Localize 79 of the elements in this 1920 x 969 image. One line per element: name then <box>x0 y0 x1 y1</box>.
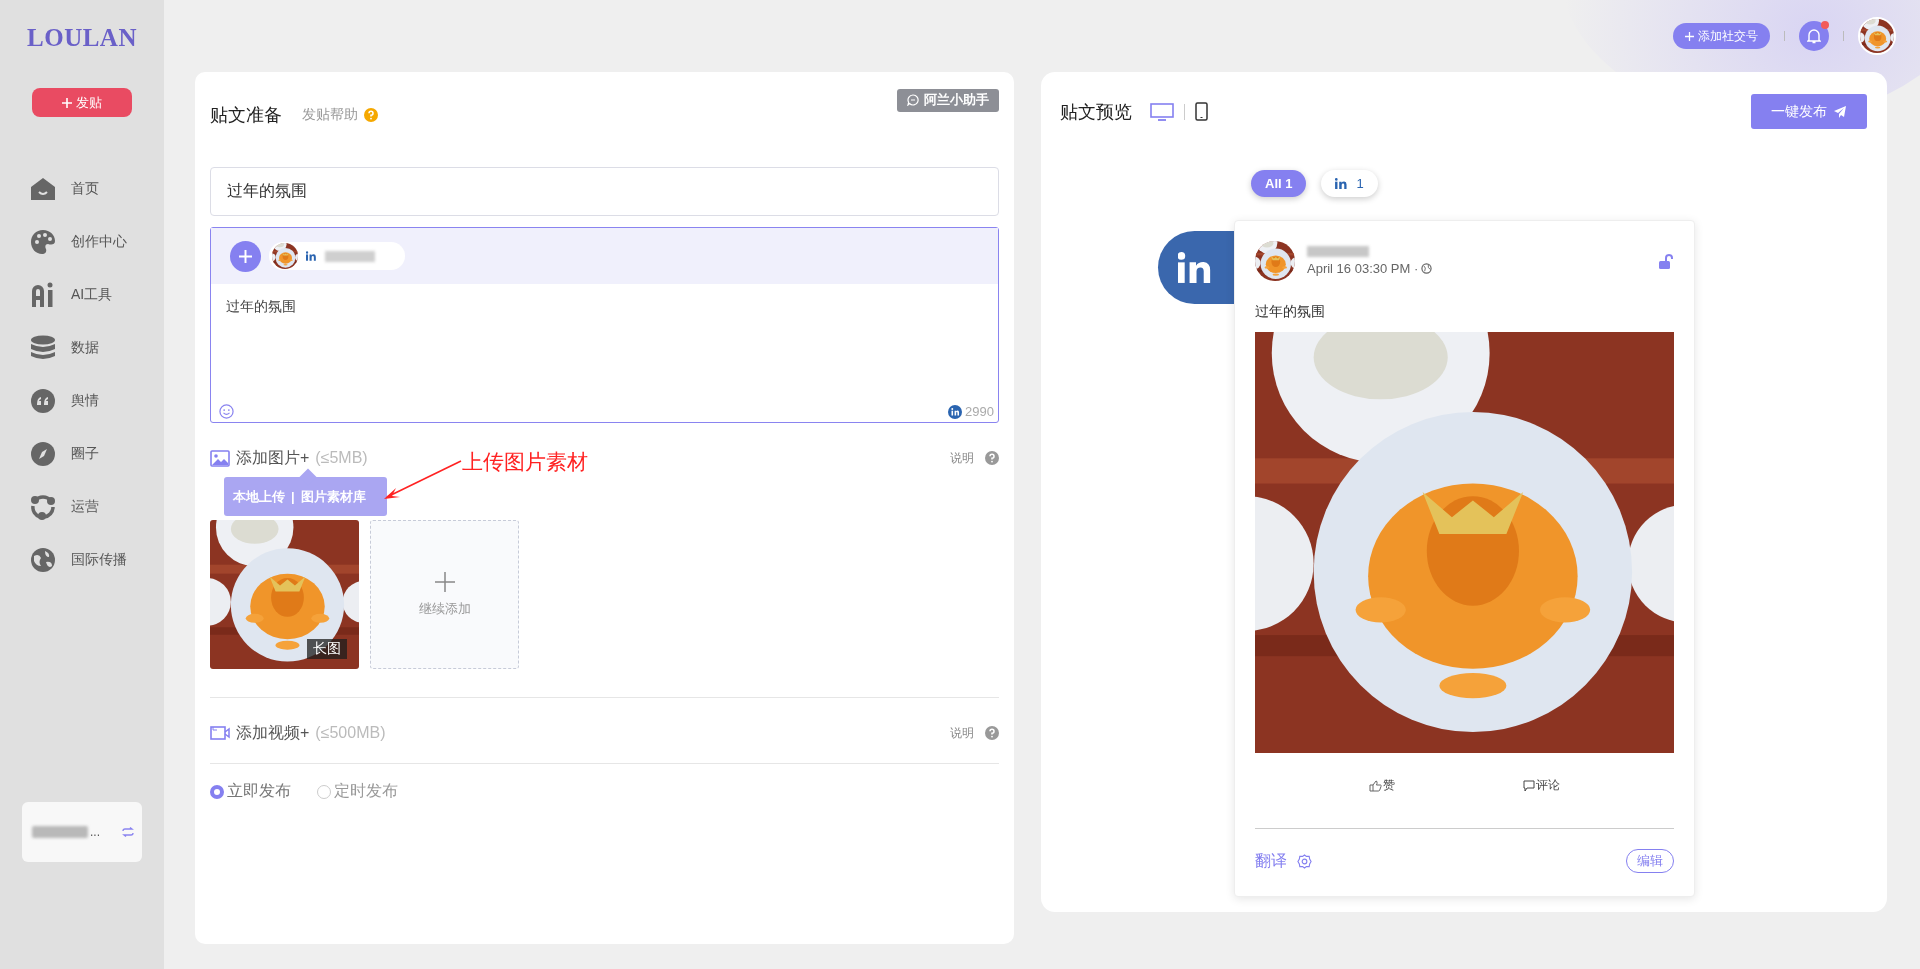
globe-icon <box>1421 263 1433 274</box>
workspace-switcher[interactable]: ... <box>22 802 142 862</box>
filter-tab[interactable]: All 1 <box>1251 170 1307 197</box>
plus-icon <box>62 97 72 108</box>
plus-icon <box>239 249 252 263</box>
info-link[interactable]: 说明 <box>950 724 974 742</box>
help-link[interactable]: 发贴帮助 <box>302 106 358 124</box>
chat-icon <box>907 94 919 106</box>
menu-separator: | <box>291 489 295 504</box>
bell-icon <box>1807 28 1821 44</box>
emoji-icon <box>219 404 234 419</box>
workspace-name: ... <box>90 825 100 839</box>
post-editor[interactable]: 过年的氛围 2990 <box>210 227 999 423</box>
blurred-name <box>32 826 88 838</box>
nav-item[interactable]: 国际传播 <box>0 533 164 586</box>
nav-item[interactable]: 圈子 <box>0 427 164 480</box>
globe-icon <box>30 546 56 573</box>
like-button[interactable]: 赞 <box>1369 777 1395 794</box>
nav-item[interactable]: 创作中心 <box>0 215 164 268</box>
nav-item[interactable]: 舆情 <box>0 374 164 427</box>
assistant-button[interactable]: 阿兰小助手 <box>897 88 999 112</box>
nav-item[interactable]: 运营 <box>0 480 164 533</box>
linkedin-icon <box>948 404 963 419</box>
palette-icon <box>30 228 56 255</box>
add-account-button[interactable] <box>230 240 261 272</box>
info-link[interactable]: 说明 <box>950 449 974 467</box>
section-title: 贴文预览 <box>1060 100 1132 124</box>
compass-icon <box>30 440 56 467</box>
linkedin-icon <box>1335 178 1349 189</box>
video-icon <box>210 725 230 741</box>
gear-icon[interactable] <box>1297 853 1312 869</box>
title-field[interactable]: 过年的氛围 <box>210 167 999 216</box>
image-icon <box>210 449 230 467</box>
add-account-button[interactable]: 添加社交号 <box>1673 23 1770 49</box>
monitor-icon[interactable] <box>1150 102 1174 121</box>
phone-icon[interactable] <box>1195 102 1208 121</box>
help-icon <box>985 451 999 465</box>
logo[interactable]: LOULAN <box>27 24 137 52</box>
radio-button[interactable] <box>317 784 331 799</box>
nav-item[interactable]: AI工具 <box>0 268 164 321</box>
image-badge: 长图 <box>307 639 347 659</box>
filter-tab[interactable]: 1 <box>1321 170 1378 197</box>
help-icon <box>364 108 378 122</box>
plus-icon <box>1685 31 1694 41</box>
comment-button[interactable]: 评论 <box>1523 777 1560 794</box>
account-chip[interactable] <box>269 242 405 270</box>
character-count: 2990 <box>965 404 994 419</box>
size-limit: (≤5MB) <box>315 449 368 467</box>
publish-button[interactable]: 一键发布 <box>1751 94 1867 129</box>
blurred-name <box>325 250 375 262</box>
size-limit: (≤500MB) <box>315 724 386 742</box>
annotation-text: 上传图片素材 <box>462 449 588 475</box>
linkedin-icon <box>306 251 317 261</box>
speech-bubble-icon <box>1523 779 1535 792</box>
publish-option[interactable]: 立即发布 <box>210 781 291 802</box>
quote-icon <box>30 387 56 414</box>
help-icon <box>985 726 999 740</box>
radio-button[interactable] <box>210 784 224 799</box>
ai-icon <box>30 281 56 308</box>
post-button[interactable]: 发贴 <box>32 88 132 117</box>
translate-link[interactable]: 翻译 <box>1255 850 1287 872</box>
post-text: 过年的氛围 <box>1255 303 1326 321</box>
nav-item[interactable]: 数据 <box>0 321 164 374</box>
nav-item[interactable]: 首页 <box>0 162 164 215</box>
post-time: April 16 03:30 PM · <box>1307 261 1419 276</box>
add-media-link[interactable]: 添加视频+ <box>236 722 310 744</box>
add-media-link[interactable]: 添加图片+ <box>236 447 310 469</box>
thumbs-up-icon <box>1369 779 1382 792</box>
edit-button[interactable]: 编辑 <box>1626 849 1674 873</box>
swap-icon <box>122 827 134 837</box>
section-title: 贴文准备 <box>210 104 282 127</box>
paper-plane-icon <box>1833 104 1847 119</box>
plus-icon <box>434 571 455 592</box>
unlock-icon[interactable] <box>1658 253 1674 269</box>
database-icon <box>30 334 56 361</box>
house-icon <box>30 175 56 202</box>
post-body-text: 过年的氛围 <box>225 297 297 316</box>
blurred-name <box>1307 246 1369 257</box>
network-icon <box>30 493 56 520</box>
